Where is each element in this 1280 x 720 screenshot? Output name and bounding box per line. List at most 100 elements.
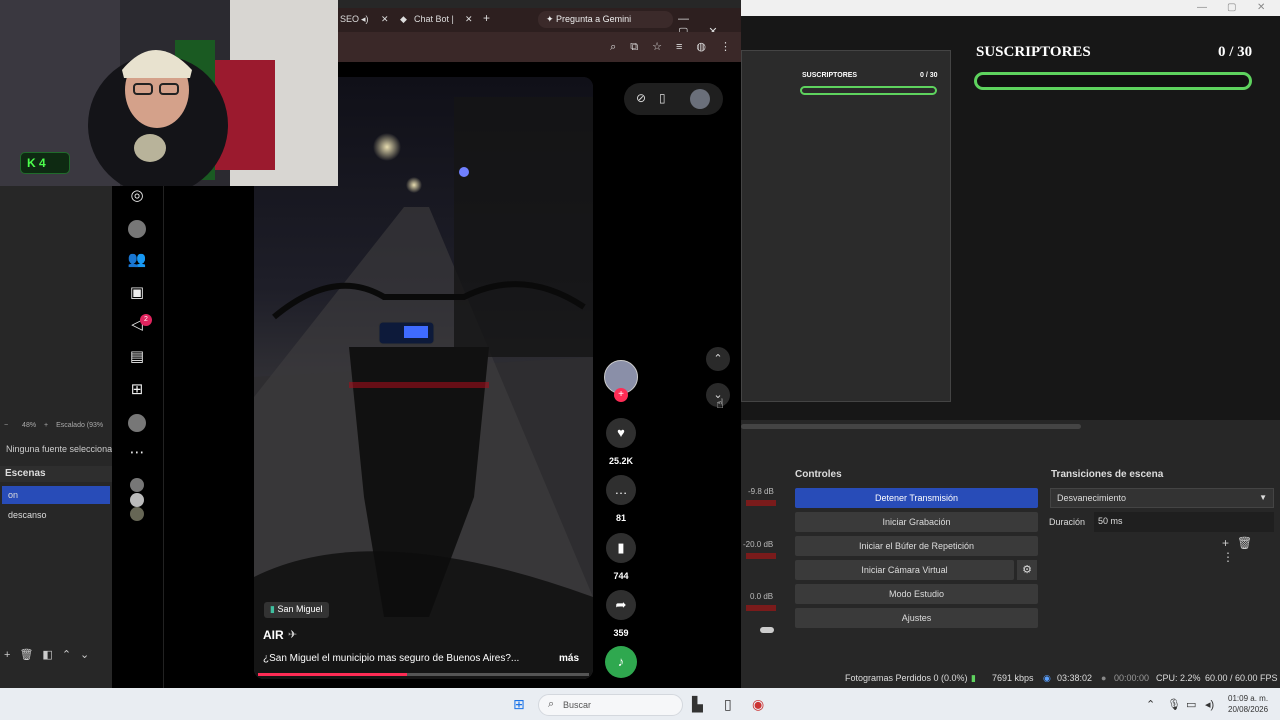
stream-icon: ◉ [1043, 673, 1051, 683]
obs-titlebar: — ▢ ✕ [741, 0, 1280, 16]
transitions-dock: Transiciones de escena Desvanecimiento ▼… [1046, 466, 1280, 666]
new-tab-icon[interactable]: + [483, 11, 490, 25]
follow-plus-icon[interactable]: + [614, 388, 628, 402]
gemini-button[interactable]: ✦ Pregunta a Gemini [538, 11, 673, 28]
volume-icon[interactable]: ◂) [1205, 698, 1214, 711]
video-author[interactable]: AIR [263, 628, 284, 642]
tab-chat-bot[interactable]: Chat Bot | [414, 14, 454, 24]
bookmark-icon[interactable]: ▮ [606, 533, 636, 563]
volume-slider-handle[interactable] [760, 627, 774, 633]
video-top-controls: ⊘ ▯ [624, 83, 723, 115]
heart-icon[interactable]: ♥ [606, 418, 636, 448]
mouse-cursor-icon: ☝ [716, 396, 724, 411]
close-icon[interactable]: ✕ [381, 14, 389, 25]
caption-more-link[interactable]: más [559, 653, 579, 664]
bookmark-star-icon[interactable]: ☆ [652, 41, 662, 53]
taskbar-search[interactable]: ⌕ Buscar [538, 694, 683, 716]
explore-icon[interactable]: ◎ [126, 185, 148, 207]
cpu-usage: CPU: 2.2% [1156, 673, 1201, 683]
close-icon[interactable]: ✕ [1257, 2, 1265, 13]
microphone-icon[interactable]: 🎙 [1167, 698, 1181, 711]
add-icon[interactable]: + [1222, 536, 1229, 550]
more-icon[interactable]: ⋮ [1222, 550, 1234, 564]
playlist-icon[interactable]: ≡ [676, 41, 682, 53]
trash-icon[interactable]: 🗑 [1237, 536, 1252, 550]
followed-avatar[interactable] [130, 493, 144, 507]
chevron-up-icon[interactable]: ⌃ [1146, 698, 1155, 711]
location-label: San Miguel [277, 604, 323, 614]
tab-seo[interactable]: SEO [340, 14, 359, 24]
zoom-minus-icon[interactable]: − [4, 422, 8, 429]
music-disc-icon[interactable]: ♪ [605, 646, 637, 678]
gear-icon[interactable]: ⚙ [1017, 560, 1037, 580]
nested-preview [741, 50, 951, 402]
file-explorer-icon[interactable]: ▯ [724, 696, 732, 713]
plane-icon: ✈ [288, 629, 298, 641]
upload-icon[interactable]: ⊞ [126, 379, 148, 401]
cast-icon[interactable]: ⧉ [630, 41, 638, 53]
scenes-toolbar: + 🗑 ◧ ⌃ ⌄ [4, 648, 98, 661]
start-recording-button[interactable]: Iniciar Grabación [795, 512, 1038, 532]
preview-scrollbar[interactable] [741, 424, 1081, 429]
audio-meter-1 [746, 500, 776, 506]
location-chip[interactable]: ▮ San Miguel [264, 602, 329, 618]
no-source-label: Ninguna fuente selecciona [6, 444, 112, 454]
add-icon[interactable]: + [4, 649, 10, 661]
preview-zoom-info: − 48% + Escalado (93% [0, 420, 112, 432]
phone-icon[interactable]: ▯ [659, 91, 666, 105]
audio-icon[interactable]: ◂) [361, 14, 369, 25]
profile-avatar[interactable] [128, 414, 146, 432]
profile-icon[interactable]: ◍ [696, 41, 706, 53]
zoom-plus-icon[interactable]: + [44, 422, 48, 429]
taskbar: ⊞ ⌕ Buscar ▙ ▯ ◉ ⌃ 🎙 ▭ ◂) 01:09 a. m. 20… [0, 688, 1280, 720]
live-icon[interactable]: ▣ [126, 282, 148, 304]
sidebar-avatar[interactable] [128, 220, 146, 238]
scene-item-on[interactable]: on [2, 486, 110, 504]
scenes-title: Escenas [0, 466, 112, 482]
filter-icon[interactable]: ◧ [42, 649, 52, 661]
compass-icon[interactable]: ⊘ [636, 91, 646, 105]
network-icon[interactable]: ▭ [1186, 698, 1196, 711]
menu-icon[interactable]: ⋮ [720, 41, 731, 53]
maximize-icon[interactable]: ▢ [1227, 2, 1236, 13]
settings-button[interactable]: Ajustes [795, 608, 1038, 628]
task-view-icon[interactable]: ▙ [692, 696, 703, 713]
move-up-icon[interactable]: ⌃ [62, 649, 71, 661]
scene-item-descanso[interactable]: descanso [2, 506, 110, 524]
browser-tabbar: SEO ◂) ✕ ◆ Chat Bot | ✕ + ✦ Pregunta a G… [338, 8, 741, 38]
close-icon[interactable]: ✕ [465, 14, 473, 25]
location-pin-icon: ▮ [270, 604, 275, 614]
studio-mode-button[interactable]: Modo Estudio [795, 584, 1038, 604]
chevron-down-icon: ▼ [1259, 493, 1267, 502]
following-icon[interactable]: 👥 [126, 249, 148, 271]
minimize-icon[interactable]: — [678, 13, 689, 25]
more-icon[interactable]: ⋯ [126, 442, 148, 464]
previous-video-button[interactable]: ⌃ [706, 347, 730, 371]
zoom-icon[interactable]: ⌕ [610, 41, 616, 53]
subs-progress-bar [974, 72, 1252, 90]
minimize-icon[interactable]: — [1197, 2, 1207, 13]
obs-app-icon[interactable]: ◉ [752, 696, 764, 713]
scenes-dock: Escenas on descanso [0, 466, 112, 666]
inbox-icon[interactable]: ▤ [126, 346, 148, 368]
trash-icon[interactable]: 🗑 [19, 649, 33, 661]
duration-input[interactable]: 50 ms [1094, 512, 1274, 532]
video-actions: + ♥ 25.2K … 81 ▮ 744 ➦ 359 ♪ [600, 358, 646, 688]
followed-avatar[interactable] [130, 507, 144, 521]
virtual-cam-button[interactable]: Iniciar Cámara Virtual [795, 560, 1014, 580]
move-down-icon[interactable]: ⌄ [80, 649, 89, 661]
zoom-value: 48% [22, 422, 37, 429]
audio-mixer-dock [741, 466, 787, 666]
user-avatar[interactable] [690, 89, 710, 109]
followed-avatar[interactable] [130, 478, 144, 492]
transition-toolbar: + 🗑⋮ [1222, 536, 1280, 564]
replay-buffer-button[interactable]: Iniciar el Búfer de Repetición [795, 536, 1038, 556]
comment-icon[interactable]: … [606, 475, 636, 505]
windows-start-icon[interactable]: ⊞ [513, 696, 525, 713]
share-icon[interactable]: ➦ [606, 590, 636, 620]
audio-meter-3 [746, 605, 776, 611]
transition-select[interactable]: Desvanecimiento ▼ [1050, 488, 1274, 508]
tray-clock[interactable]: 01:09 a. m. 20/08/2026 [1228, 693, 1268, 715]
stop-stream-button[interactable]: Detener Transmisión [795, 488, 1038, 508]
video-progress-bar[interactable] [258, 673, 589, 676]
